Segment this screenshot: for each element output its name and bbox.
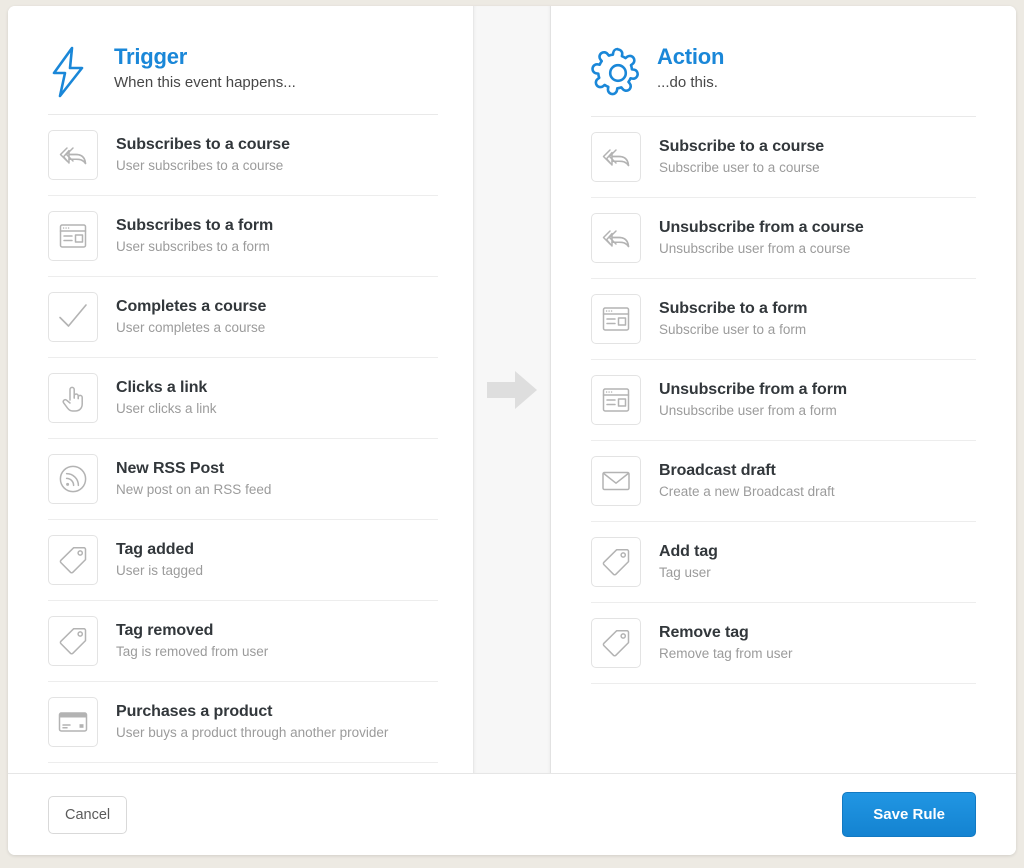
trigger-option-description: User clicks a link bbox=[116, 401, 217, 416]
action-option-description: Unsubscribe user from a form bbox=[659, 403, 837, 418]
action-option-description: Subscribe user to a course bbox=[659, 160, 820, 175]
trigger-option-description: User buys a product through another prov… bbox=[116, 725, 389, 740]
trigger-option-title: Subscribes to a form bbox=[116, 217, 274, 234]
form-window-icon bbox=[591, 294, 641, 344]
action-option-description: Subscribe user to a form bbox=[659, 322, 807, 337]
trigger-option-text: Tag removed Tag is removed from user bbox=[98, 621, 268, 661]
trigger-panel: Trigger When this event happens... Subsc… bbox=[8, 6, 473, 773]
trigger-option[interactable]: Subscribes to a form User subscribes to a… bbox=[48, 196, 438, 277]
form-window-icon bbox=[48, 211, 98, 261]
trigger-option-text: Tag added User is tagged bbox=[98, 540, 203, 580]
trigger-option-description: New post on an RSS feed bbox=[116, 482, 272, 497]
action-option[interactable]: Add tag Tag user bbox=[591, 522, 976, 603]
trigger-option-text: Subscribes to a course User subscribes to… bbox=[98, 135, 290, 175]
action-option-text: Broadcast draft Create a new Broadcast dr… bbox=[641, 461, 835, 501]
gear-icon bbox=[591, 44, 647, 100]
trigger-option-description: User completes a course bbox=[116, 320, 266, 335]
action-option-text: Subscribe to a course Subscribe user to a… bbox=[641, 137, 824, 177]
trigger-option-title: Completes a course bbox=[116, 298, 267, 315]
tag-icon bbox=[591, 537, 641, 587]
trigger-option-text: Subscribes to a form User subscribes to a… bbox=[98, 216, 273, 256]
trigger-option[interactable]: Tag added User is tagged bbox=[48, 520, 438, 601]
form-window-icon bbox=[591, 375, 641, 425]
trigger-option-text: Completes a course User completes a cours… bbox=[98, 297, 266, 337]
trigger-option-title: Subscribes to a course bbox=[116, 136, 290, 153]
trigger-option-description: Tag is removed from user bbox=[116, 644, 269, 659]
credit-card-icon bbox=[48, 697, 98, 747]
action-option[interactable]: Subscribe to a course Subscribe user to a… bbox=[591, 117, 976, 198]
action-option[interactable]: Remove tag Remove tag from user bbox=[591, 603, 976, 684]
trigger-option-list: Subscribes to a course User subscribes to… bbox=[48, 115, 438, 763]
action-option-description: Unsubscribe user from a course bbox=[659, 241, 851, 256]
tag-icon bbox=[48, 616, 98, 666]
trigger-option[interactable]: Purchases a product User buys a product t… bbox=[48, 682, 438, 763]
reply-all-arrow-icon bbox=[48, 130, 98, 180]
trigger-option-title: Tag removed bbox=[116, 622, 214, 639]
action-option-description: Create a new Broadcast draft bbox=[659, 484, 835, 499]
modal-body: Trigger When this event happens... Subsc… bbox=[8, 6, 1016, 773]
trigger-option[interactable]: Completes a course User completes a cours… bbox=[48, 277, 438, 358]
action-option[interactable]: Unsubscribe from a form Unsubscribe user … bbox=[591, 360, 976, 441]
trigger-option[interactable]: New RSS Post New post on an RSS feed bbox=[48, 439, 438, 520]
cancel-button[interactable]: Cancel bbox=[48, 795, 128, 834]
save-rule-button[interactable]: Save Rule bbox=[842, 792, 976, 837]
action-option-title: Subscribe to a form bbox=[659, 300, 808, 317]
modal-footer: Cancel Save Rule bbox=[8, 773, 1016, 855]
action-option-text: Unsubscribe from a form Unsubscribe user … bbox=[641, 380, 847, 420]
trigger-option-description: User is tagged bbox=[116, 563, 204, 578]
action-option-title: Broadcast draft bbox=[659, 462, 776, 479]
action-option-title: Unsubscribe from a course bbox=[659, 219, 864, 236]
tag-icon bbox=[48, 535, 98, 585]
trigger-option[interactable]: Subscribes to a course User subscribes to… bbox=[48, 115, 438, 196]
reply-all-arrow-icon bbox=[591, 132, 641, 182]
trigger-option-title: Clicks a link bbox=[116, 379, 208, 396]
action-option-description: Tag user bbox=[659, 565, 711, 580]
action-subtitle: ...do this. bbox=[657, 74, 718, 91]
envelope-icon bbox=[591, 456, 641, 506]
right-arrow-icon bbox=[487, 370, 537, 409]
action-option-text: Remove tag Remove tag from user bbox=[641, 623, 793, 663]
action-option-list: Subscribe to a course Subscribe user to a… bbox=[591, 117, 976, 684]
panel-divider bbox=[473, 6, 551, 773]
rss-feed-icon bbox=[48, 454, 98, 504]
trigger-option[interactable]: Tag removed Tag is removed from user bbox=[48, 601, 438, 682]
trigger-option-title: New RSS Post bbox=[116, 460, 225, 477]
pointing-hand-icon bbox=[48, 373, 98, 423]
action-option-text: Subscribe to a form Subscribe user to a f… bbox=[641, 299, 807, 339]
action-title: Action bbox=[657, 44, 725, 69]
trigger-title: Trigger bbox=[114, 44, 188, 69]
tag-icon bbox=[591, 618, 641, 668]
trigger-option-text: New RSS Post New post on an RSS feed bbox=[98, 459, 271, 499]
action-header: Action ...do this. bbox=[591, 6, 976, 117]
action-panel: Action ...do this. Subscribe to a course… bbox=[551, 6, 1016, 773]
checkmark-icon bbox=[48, 292, 98, 342]
action-option[interactable]: Broadcast draft Create a new Broadcast dr… bbox=[591, 441, 976, 522]
action-option-description: Remove tag from user bbox=[659, 646, 793, 661]
action-option-title: Add tag bbox=[659, 543, 718, 560]
trigger-option-title: Purchases a product bbox=[116, 703, 273, 720]
action-option-title: Remove tag bbox=[659, 624, 749, 641]
trigger-option-description: User subscribes to a course bbox=[116, 158, 284, 173]
trigger-option[interactable]: Clicks a link User clicks a link bbox=[48, 358, 438, 439]
reply-all-arrow-icon bbox=[591, 213, 641, 263]
action-option-title: Subscribe to a course bbox=[659, 138, 825, 155]
action-option[interactable]: Unsubscribe from a course Unsubscribe use… bbox=[591, 198, 976, 279]
action-option[interactable]: Subscribe to a form Subscribe user to a f… bbox=[591, 279, 976, 360]
trigger-option-description: User subscribes to a form bbox=[116, 239, 270, 254]
trigger-option-text: Purchases a product User buys a product t… bbox=[98, 702, 388, 742]
lightning-bolt-icon bbox=[48, 44, 104, 98]
trigger-option-text: Clicks a link User clicks a link bbox=[98, 378, 217, 418]
create-rule-modal: Trigger When this event happens... Subsc… bbox=[8, 6, 1016, 855]
trigger-subtitle: When this event happens... bbox=[114, 74, 296, 91]
trigger-option-title: Tag added bbox=[116, 541, 194, 558]
trigger-header: Trigger When this event happens... bbox=[48, 6, 438, 115]
action-option-text: Add tag Tag user bbox=[641, 542, 718, 582]
action-option-text: Unsubscribe from a course Unsubscribe use… bbox=[641, 218, 864, 258]
action-option-title: Unsubscribe from a form bbox=[659, 381, 847, 398]
